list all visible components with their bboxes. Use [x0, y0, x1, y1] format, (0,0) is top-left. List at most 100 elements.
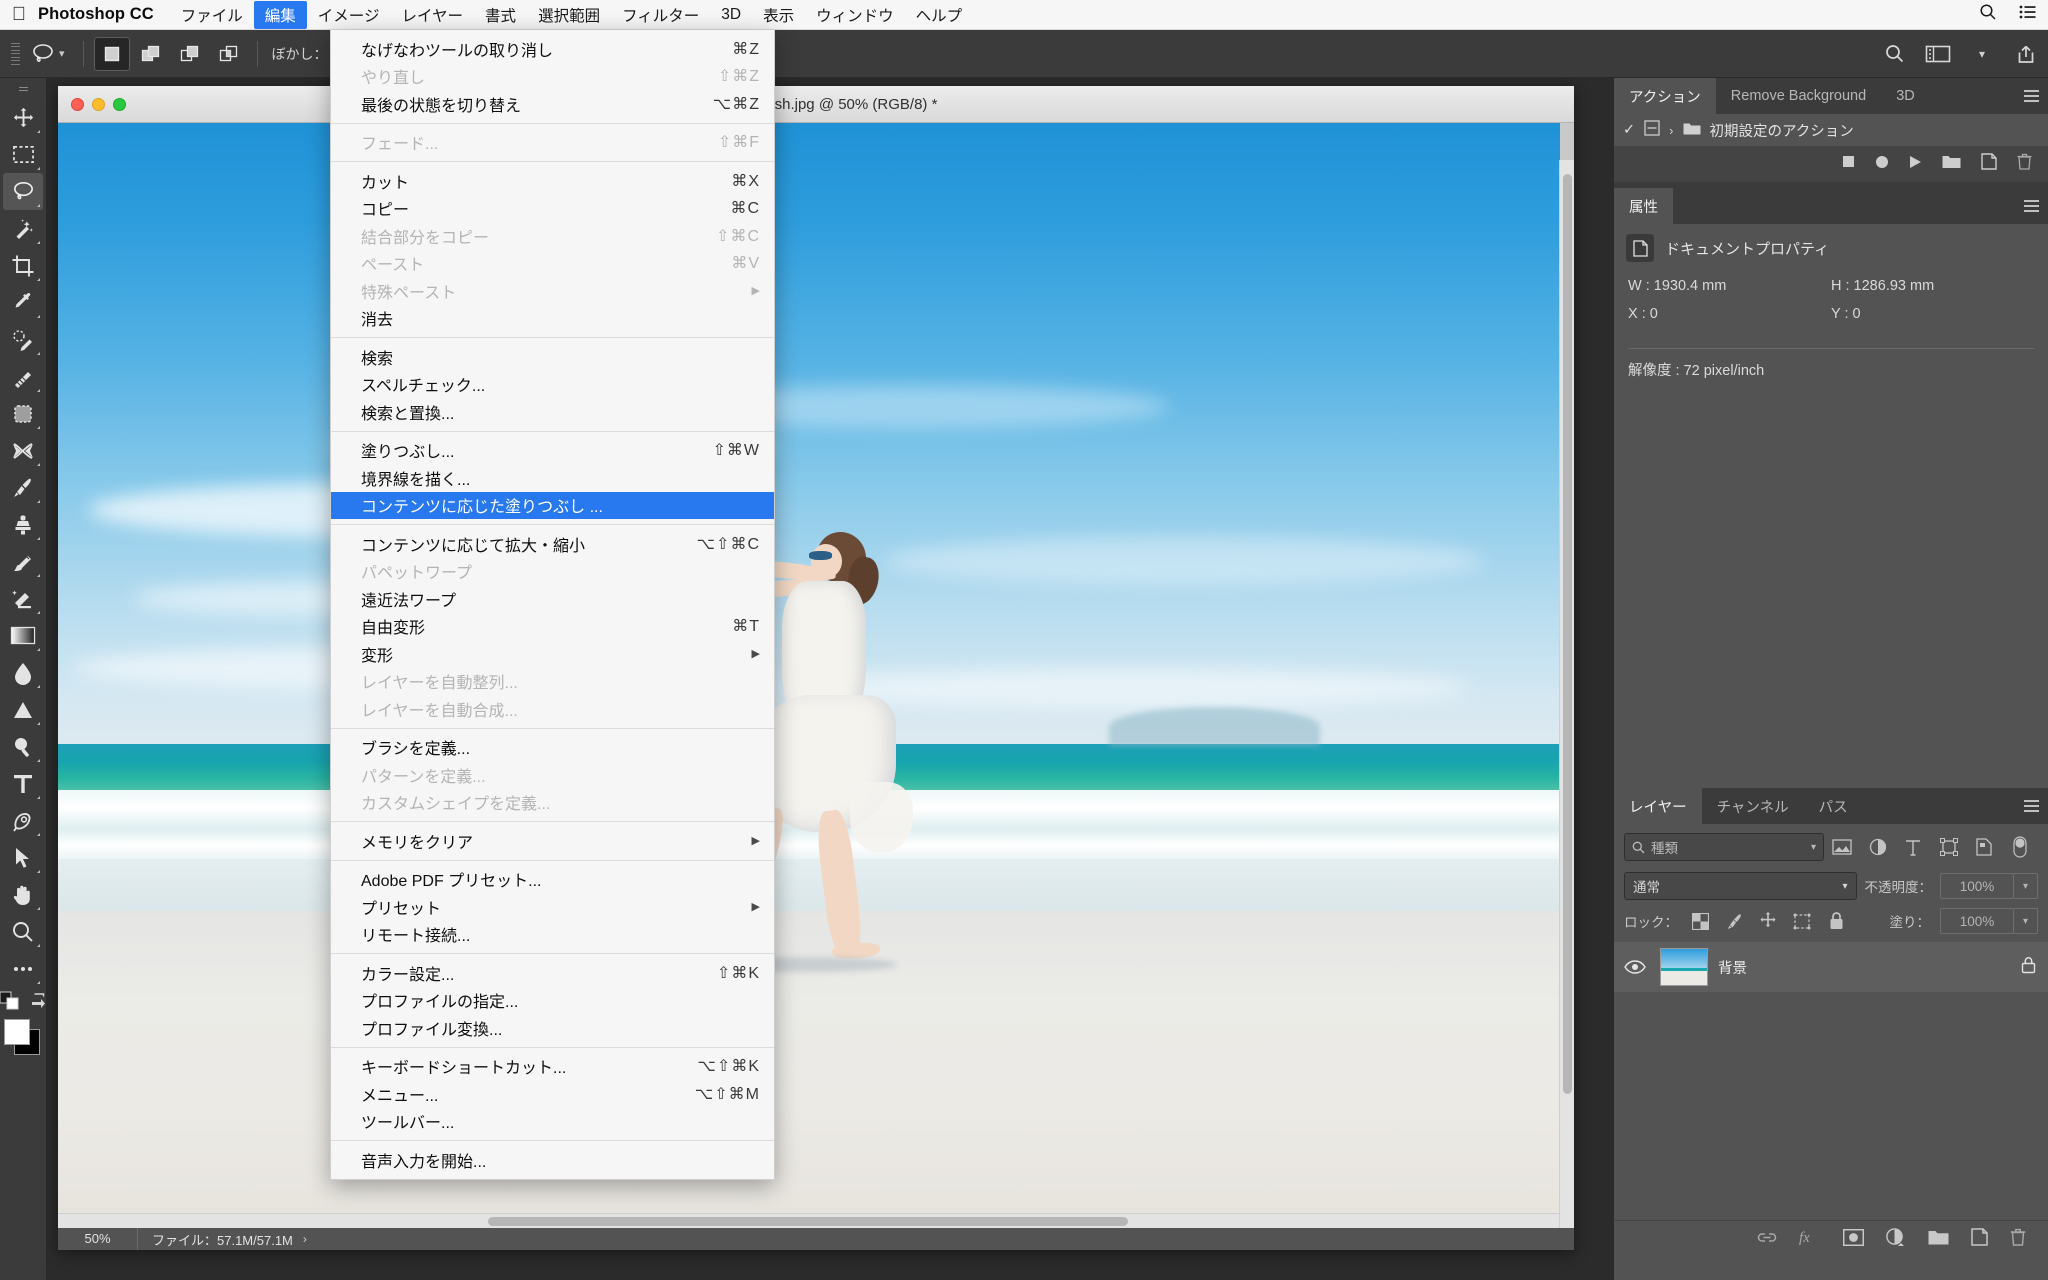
menu-item-undo[interactable]: なげなわツールの取り消し ⌘Z [331, 35, 774, 63]
default-colors-icon[interactable] [0, 991, 21, 1011]
gradient-tool[interactable] [3, 617, 43, 654]
tool-preset-chevron-icon[interactable]: ▾ [59, 47, 65, 60]
menu-item-color-settings[interactable]: カラー設定... ⇧⌘K [331, 959, 774, 987]
eraser-tool[interactable] [3, 580, 43, 617]
menu-item-purge[interactable]: メモリをクリア ▶ [331, 827, 774, 855]
menu-select[interactable]: 選択範囲 [527, 1, 611, 29]
adjustment-layer-icon[interactable] [1886, 1228, 1906, 1251]
intersect-selection-button[interactable] [211, 37, 247, 71]
pixel-filter-icon[interactable] [1824, 832, 1860, 862]
stop-icon[interactable] [1842, 155, 1855, 173]
dodge-tool[interactable] [3, 691, 43, 728]
control-center-icon[interactable] [2008, 5, 2048, 24]
type-tool[interactable] [3, 765, 43, 802]
fx-icon[interactable]: fx [1799, 1229, 1821, 1251]
zoom-tool[interactable] [3, 913, 43, 950]
fill-field-group[interactable]: 100% ▾ [1940, 908, 2038, 934]
lasso-tool[interactable] [3, 173, 43, 210]
action-set-row[interactable]: ✓ › 初期設定のアクション [1614, 114, 2048, 146]
spot-healing-brush-tool[interactable] [3, 321, 43, 358]
share-icon[interactable] [2004, 32, 2048, 76]
burn-tool[interactable] [3, 728, 43, 765]
menu-item-stroke[interactable]: 境界線を描く... [331, 464, 774, 492]
eyedropper-tool[interactable] [3, 284, 43, 321]
lock-all-icon[interactable] [1824, 909, 1848, 933]
menu-filter[interactable]: フィルター [611, 1, 710, 29]
tab-layers[interactable]: レイヤー [1614, 788, 1702, 824]
opacity-field-group[interactable]: 100% ▾ [1940, 873, 2038, 899]
vertical-scroll-thumb[interactable] [1563, 174, 1572, 1094]
search-icon[interactable] [1872, 32, 1916, 76]
menu-file[interactable]: ファイル [170, 1, 254, 29]
menu-item-keyboard-shortcuts[interactable]: キーボードショートカット... ⌥⇧⌘K [331, 1053, 774, 1081]
zoom-level[interactable]: 50% [58, 1228, 138, 1250]
menu-item-cut[interactable]: カット ⌘X [331, 167, 774, 195]
move-tool[interactable] [3, 99, 43, 136]
dialog-toggle-icon[interactable] [1644, 120, 1660, 140]
menu-item-content-aware-scale[interactable]: コンテンツに応じて拡大・縮小 ⌥⇧⌘C [331, 530, 774, 558]
menu-item-convert-to-profile[interactable]: プロファイル変換... [331, 1014, 774, 1042]
delete-layer-icon[interactable] [2010, 1228, 2026, 1251]
lasso-tool-icon[interactable] [23, 34, 63, 74]
clone-stamp-tool[interactable] [3, 506, 43, 543]
options-bar-grip[interactable] [7, 39, 23, 69]
actions-panel-menu-icon[interactable] [2014, 78, 2048, 114]
menu-item-menus[interactable]: メニュー... ⌥⇧⌘M [331, 1080, 774, 1108]
fill-value[interactable]: 100% [1940, 908, 2014, 934]
type-filter-icon[interactable] [1895, 832, 1931, 862]
menu-item-clear[interactable]: 消去 [331, 305, 774, 333]
menu-item-assign-profile[interactable]: プロファイルの指定... [331, 987, 774, 1015]
menu-item-remote-connections[interactable]: リモート接続... [331, 921, 774, 949]
horizontal-scroll-thumb[interactable] [488, 1217, 1128, 1226]
menu-item-find-replace[interactable]: 検索と置換... [331, 398, 774, 426]
tab-actions[interactable]: アクション [1614, 78, 1716, 114]
menu-item-check-spelling[interactable]: スペルチェック... [331, 371, 774, 399]
menu-item-copy[interactable]: コピー ⌘C [331, 195, 774, 223]
canvas-vertical-scrollbar[interactable] [1559, 160, 1574, 1228]
layer-thumbnail[interactable] [1660, 948, 1708, 986]
magic-wand-tool[interactable] [3, 210, 43, 247]
menu-type[interactable]: 書式 [474, 1, 527, 29]
add-mask-icon[interactable] [1842, 1228, 1865, 1251]
new-action-icon[interactable] [1981, 153, 1997, 175]
menu-item-toolbar[interactable]: ツールバー... [331, 1108, 774, 1136]
edit-toolbar-tool[interactable] [3, 950, 43, 987]
menu-item-toggle-last-state[interactable]: 最後の状態を切り替え ⌥⌘Z [331, 90, 774, 118]
foreground-color-swatch[interactable] [4, 1019, 30, 1045]
menu-item-define-brush-preset[interactable]: ブラシを定義... [331, 734, 774, 762]
menu-3d[interactable]: 3D [710, 3, 752, 27]
toolbar-grip[interactable] [15, 82, 31, 96]
layer-visibility-eye-icon[interactable] [1620, 960, 1650, 974]
opacity-value[interactable]: 100% [1940, 873, 2014, 899]
status-expand-arrow-icon[interactable]: › [293, 1232, 317, 1246]
workspace-icon[interactable] [1916, 32, 1960, 76]
menu-window[interactable]: ウィンドウ [805, 1, 905, 29]
adjustment-filter-icon[interactable] [1860, 832, 1896, 862]
layer-filter-select[interactable]: 種類 ▾ [1624, 833, 1824, 861]
tab-channels[interactable]: チャンネル [1702, 788, 1804, 824]
canvas-horizontal-scrollbar[interactable] [58, 1213, 1559, 1228]
layer-locked-icon[interactable] [2021, 956, 2036, 979]
lock-image-icon[interactable] [1722, 909, 1746, 933]
brush-tool[interactable] [3, 469, 43, 506]
menu-item-adobe-pdf-presets[interactable]: Adobe PDF プリセット... [331, 866, 774, 894]
play-icon[interactable] [1909, 155, 1922, 174]
rectangular-marquee-tool[interactable] [3, 136, 43, 173]
menu-item-content-aware-fill[interactable]: コンテンツに応じた塗りつぶし ... [331, 491, 774, 519]
filter-toggle-icon[interactable] [2002, 832, 2038, 862]
menu-view[interactable]: 表示 [752, 1, 805, 29]
shape-filter-icon[interactable] [1931, 832, 1967, 862]
chevron-right-icon[interactable]: › [1669, 123, 1673, 138]
delete-icon[interactable] [2017, 153, 2032, 175]
layer-row-background[interactable]: 背景 [1614, 942, 2048, 992]
new-group-icon[interactable] [1928, 1229, 1949, 1250]
new-selection-button[interactable] [93, 36, 130, 71]
spotlight-search-icon[interactable] [1968, 3, 2008, 26]
new-layer-icon[interactable] [1971, 1228, 1988, 1251]
menu-image[interactable]: イメージ [307, 1, 391, 29]
action-enabled-check[interactable]: ✓ [1623, 122, 1635, 138]
subtract-from-selection-button[interactable] [172, 37, 208, 71]
fill-chevron-down-icon[interactable]: ▾ [2014, 908, 2038, 934]
patch-tool[interactable] [3, 395, 43, 432]
properties-panel-menu-icon[interactable] [2014, 188, 2048, 224]
